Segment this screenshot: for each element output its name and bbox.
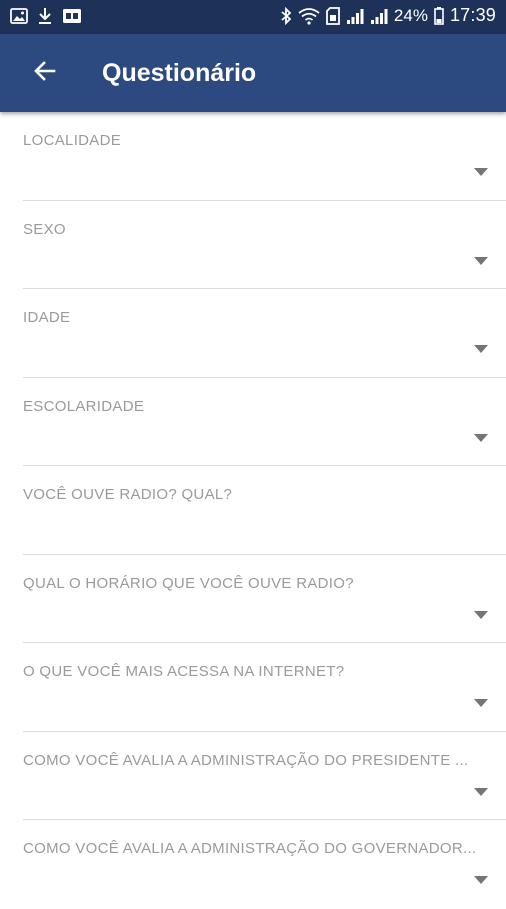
app-bar: Questionário xyxy=(0,34,506,112)
download-icon xyxy=(38,7,52,25)
field-idade[interactable]: IDADE xyxy=(0,289,506,378)
field-horario-radio[interactable]: QUAL O HORÁRIO QUE VOCÊ OUVE RADIO? xyxy=(0,555,506,643)
field-label: COMO VOCÊ AVALIA A ADMINISTRAÇÃO DO PRES… xyxy=(23,751,469,769)
signal-icon xyxy=(370,7,388,25)
wifi-icon xyxy=(298,7,320,25)
field-localidade[interactable]: LOCALIDADE xyxy=(0,112,506,201)
cast-icon xyxy=(62,8,82,24)
dropdown-arrow-icon[interactable] xyxy=(474,699,488,707)
dropdown-arrow-icon[interactable] xyxy=(474,256,488,265)
status-bar-system: 24% 17:39 xyxy=(280,5,496,26)
dropdown-arrow-icon[interactable] xyxy=(474,168,488,176)
field-label: SEXO xyxy=(23,220,66,238)
back-button[interactable] xyxy=(28,56,62,90)
field-label: QUAL O HORÁRIO QUE VOCÊ OUVE RADIO? xyxy=(23,574,354,592)
field-label: ESCOLARIDADE xyxy=(23,397,145,415)
clock: 17:39 xyxy=(449,5,496,25)
status-bar: 24% 17:39 xyxy=(0,0,506,34)
dropdown-arrow-icon[interactable] xyxy=(474,610,488,619)
dropdown-arrow-icon[interactable] xyxy=(474,433,488,442)
image-icon xyxy=(10,8,28,24)
field-label: IDADE xyxy=(23,309,71,326)
status-bar-notifications xyxy=(10,7,82,25)
field-avalia-presidente[interactable]: COMO VOCÊ AVALIA A ADMINISTRAÇÃO DO PRES… xyxy=(0,732,506,820)
field-label: COMO VOCÊ AVALIA A ADMINISTRAÇÃO DO GOVE… xyxy=(23,840,477,857)
field-avalia-governador[interactable]: COMO VOCÊ AVALIA A ADMINISTRAÇÃO DO GOVE… xyxy=(0,820,506,909)
battery-icon xyxy=(434,6,444,25)
dropdown-arrow-icon[interactable] xyxy=(474,787,488,796)
field-sexo[interactable]: SEXO xyxy=(0,201,506,289)
questionnaire-form: LOCALIDADE SEXO IDADE ESCOLARIDADE VOCÊ … xyxy=(0,112,506,909)
arrow-back-icon xyxy=(33,59,57,88)
signal-icon xyxy=(346,7,364,25)
battery-percent: 24% xyxy=(393,5,428,25)
field-label: VOCÊ OUVE RADIO? QUAL? xyxy=(23,486,233,503)
field-escolaridade[interactable]: ESCOLARIDADE xyxy=(0,378,506,466)
field-label: O QUE VOCÊ MAIS ACESSA NA INTERNET? xyxy=(23,663,345,680)
page-title: Questionário xyxy=(102,59,257,87)
dropdown-arrow-icon[interactable] xyxy=(474,876,488,884)
sim-icon xyxy=(326,6,340,25)
bluetooth-icon xyxy=(280,6,292,25)
dropdown-arrow-icon[interactable] xyxy=(474,345,488,353)
field-acessa-internet[interactable]: O QUE VOCÊ MAIS ACESSA NA INTERNET? xyxy=(0,643,506,732)
field-label: LOCALIDADE xyxy=(23,132,122,149)
field-ouve-radio[interactable]: VOCÊ OUVE RADIO? QUAL? xyxy=(0,466,506,555)
